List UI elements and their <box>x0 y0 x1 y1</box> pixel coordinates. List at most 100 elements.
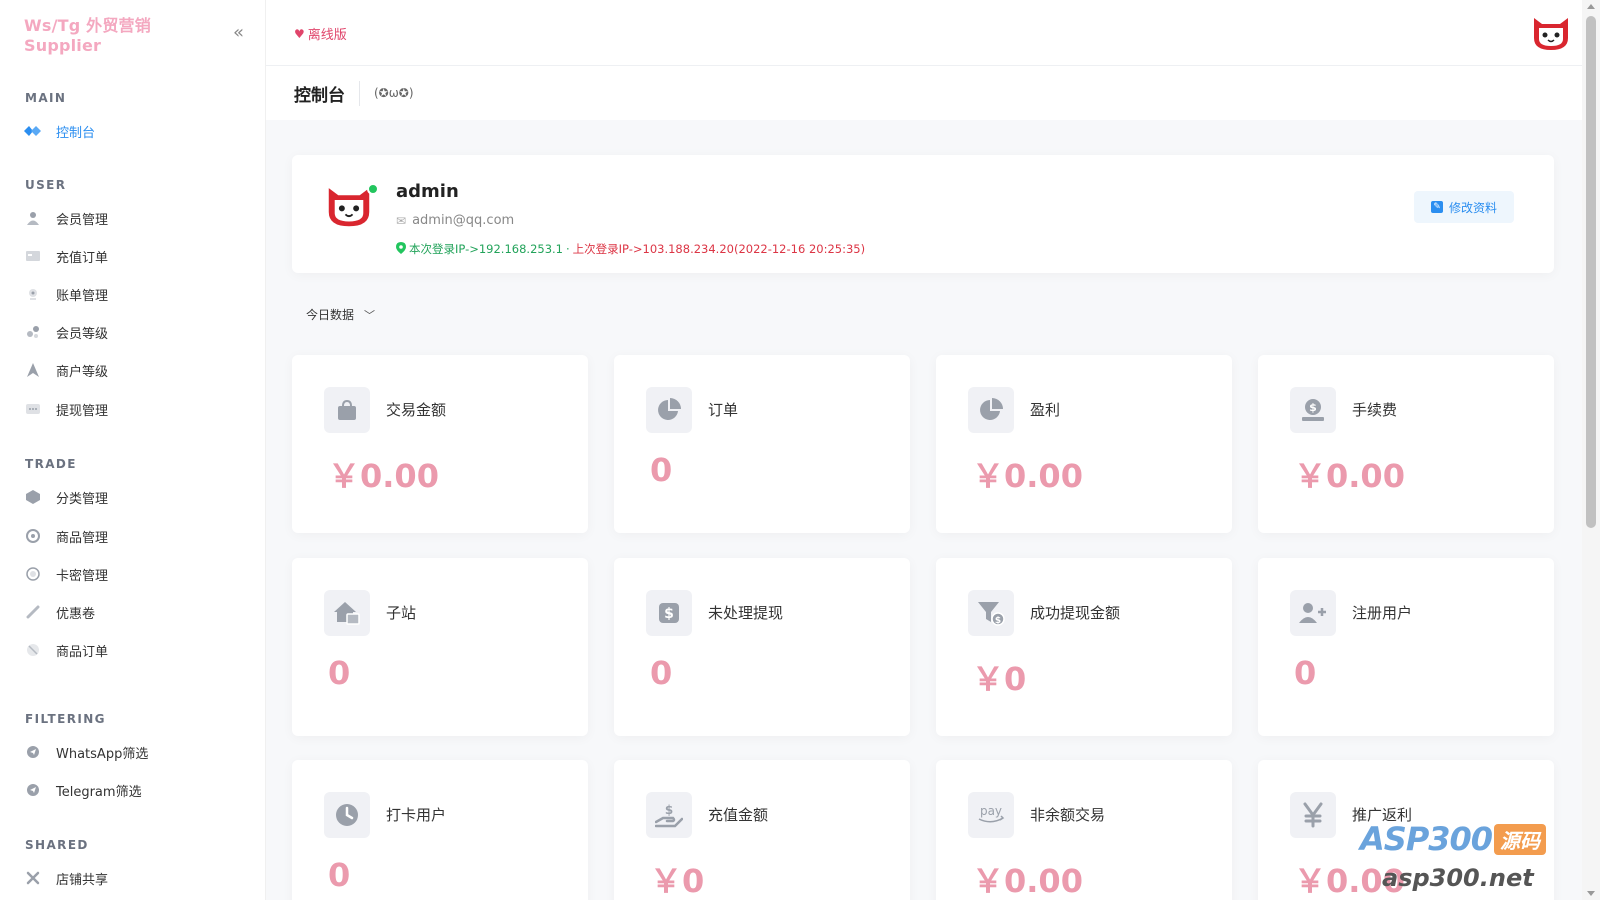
stat-value: 0 <box>328 856 351 894</box>
sidebar-item-label: 分类管理 <box>56 491 109 507</box>
stat-label: 非余额交易 <box>1030 806 1106 824</box>
sidebar-item-label: Telegram筛选 <box>56 784 142 800</box>
profile-card: admin ✉ admin@qq.com 本次登录IP->192.168.253… <box>292 155 1554 273</box>
sidebar-item-label: 优惠卷 <box>56 606 96 622</box>
sidebar-item-product-orders[interactable]: 商品订单 <box>24 638 244 662</box>
nav-section-user: USER <box>25 178 67 192</box>
stat-value: ￥0 <box>972 660 1027 698</box>
sidebar-item-recharge-orders[interactable]: 充值订单 <box>24 244 244 268</box>
pay-icon: pay <box>968 792 1014 838</box>
nav-section-shared: SHARED <box>25 838 89 852</box>
dollar-icon: $ <box>646 590 692 636</box>
stat-card-non-balance-transactions: pay 非余额交易 ￥0.00 <box>936 760 1232 900</box>
svg-text:pay: pay <box>980 804 1002 818</box>
page-titlebar: 控制台 (✪ω✪) <box>266 66 1582 120</box>
scroll-down-arrow-icon[interactable] <box>1587 891 1595 896</box>
sidebar-item-label: 商户等级 <box>56 364 109 380</box>
stat-card-transaction-amount: 交易金额 ￥0.00 <box>292 355 588 533</box>
scroll-thumb[interactable] <box>1586 16 1596 528</box>
sidebar-item-label: 会员等级 <box>56 326 109 342</box>
last-login-ip: 上次登录IP->103.188.234.20(2022-12-16 20:25:… <box>572 242 866 256</box>
plug-icon: ♥ <box>294 26 305 41</box>
offline-label: 离线版 <box>307 28 347 43</box>
sidebar-item-dashboard[interactable]: 控制台 <box>24 119 244 143</box>
collapse-sidebar-icon[interactable]: « <box>233 24 244 42</box>
recharge-icon <box>24 247 42 265</box>
user-avatar-menu[interactable] <box>1530 12 1572 54</box>
dashboard-icon <box>24 122 42 140</box>
scroll-up-arrow-icon[interactable] <box>1587 4 1595 9</box>
sidebar-item-members[interactable]: 会员管理 <box>24 206 244 230</box>
chevron-down-icon: ﹀ <box>364 308 376 322</box>
date-range-label: 今日数据 <box>306 308 355 322</box>
stat-label: 盈利 <box>1030 401 1061 419</box>
svg-text:$: $ <box>664 606 674 622</box>
stat-card-successful-withdrawals: $ 成功提现金额 ￥0 <box>936 558 1232 736</box>
sidebar-item-label: 商品订单 <box>56 644 109 660</box>
login-separator: · <box>566 242 570 256</box>
sidebar-item-coupons[interactable]: 优惠卷 <box>24 600 244 624</box>
stat-label: 交易金额 <box>386 401 447 419</box>
date-range-dropdown[interactable]: 今日数据 ﹀ <box>306 306 375 323</box>
pie-chart-icon <box>646 387 692 433</box>
sidebar-item-card-keys[interactable]: 卡密管理 <box>24 562 244 586</box>
stat-label: 打卡用户 <box>386 806 447 824</box>
nav-section-filtering: FILTERING <box>25 712 106 726</box>
cat-avatar-icon <box>1534 18 1568 50</box>
edit-profile-button[interactable]: ✎ 修改资料 <box>1414 191 1514 223</box>
sidebar-item-bills[interactable]: 账单管理 <box>24 282 244 306</box>
stat-value: 0 <box>650 451 673 489</box>
svg-text:$: $ <box>995 616 1001 626</box>
offline-version-tag[interactable]: ♥ 离线版 <box>294 24 347 44</box>
stat-card-substations: 子站 0 <box>292 558 588 736</box>
sidebar-item-store-share[interactable]: 店铺共享 <box>24 866 244 890</box>
top-header: ♥ 离线版 <box>266 0 1582 66</box>
sidebar-item-merchant-levels[interactable]: 商户等级 <box>24 358 244 382</box>
sidebar-item-whatsapp-filter[interactable]: WhatsApp筛选 <box>24 740 244 764</box>
stat-card-registered-users: 注册用户 0 <box>1258 558 1554 736</box>
watermark-brand: ASP300 <box>1360 820 1493 858</box>
nav-section-trade: TRADE <box>25 457 77 471</box>
category-icon <box>24 488 42 506</box>
product-icon <box>24 527 42 545</box>
svg-text:$: $ <box>665 803 673 817</box>
watermark-logo: ASP300 源码 asp300.net <box>1354 820 1564 900</box>
coupon-icon <box>24 603 42 621</box>
merchant-icon <box>24 361 42 379</box>
stat-value: ￥0.00 <box>1294 457 1405 495</box>
sidebar-item-member-levels[interactable]: 会员等级 <box>24 320 244 344</box>
stat-value: 0 <box>650 654 673 692</box>
svg-text:$: $ <box>1309 401 1317 414</box>
yen-icon <box>1290 792 1336 838</box>
vertical-scrollbar[interactable] <box>1582 0 1600 900</box>
sidebar-item-products[interactable]: 商品管理 <box>24 524 244 548</box>
profile-email-text: admin@qq.com <box>412 213 515 228</box>
stat-card-pending-withdrawals: $ 未处理提现 0 <box>614 558 910 736</box>
hand-dollar-icon: $ <box>646 792 692 838</box>
stat-card-checkin-users: 打卡用户 0 <box>292 760 588 900</box>
stat-value: 0 <box>328 654 351 692</box>
stat-card-recharge-amount: $ 充值金额 ￥0 <box>614 760 910 900</box>
sidebar-item-label: 卡密管理 <box>56 568 109 584</box>
level-icon <box>24 323 42 341</box>
brand: Ws/Tg 外贸营销 Supplier « <box>24 16 244 55</box>
stat-label: 订单 <box>708 401 739 419</box>
stat-value: ￥0.00 <box>972 862 1083 900</box>
stat-card-orders: 订单 0 <box>614 355 910 533</box>
home-icon <box>324 590 370 636</box>
sidebar-item-label: 会员管理 <box>56 212 109 228</box>
stat-value: ￥0 <box>650 862 705 900</box>
page-emote: (✪ω✪) <box>374 86 414 100</box>
whatsapp-icon <box>24 743 42 761</box>
sidebar-item-withdrawals[interactable]: 提现管理 <box>24 397 244 421</box>
profile-name: admin <box>396 181 459 202</box>
mail-icon: ✉ <box>396 213 407 228</box>
brand-name[interactable]: Ws/Tg 外贸营销 Supplier <box>24 12 233 55</box>
sidebar-item-label: 控制台 <box>56 125 96 141</box>
profile-email: ✉ admin@qq.com <box>396 213 514 228</box>
user-icon <box>24 209 42 227</box>
sidebar-item-categories[interactable]: 分类管理 <box>24 485 244 509</box>
share-icon <box>24 869 42 887</box>
sidebar-item-label: 商品管理 <box>56 530 109 546</box>
sidebar-item-telegram-filter[interactable]: Telegram筛选 <box>24 778 244 802</box>
